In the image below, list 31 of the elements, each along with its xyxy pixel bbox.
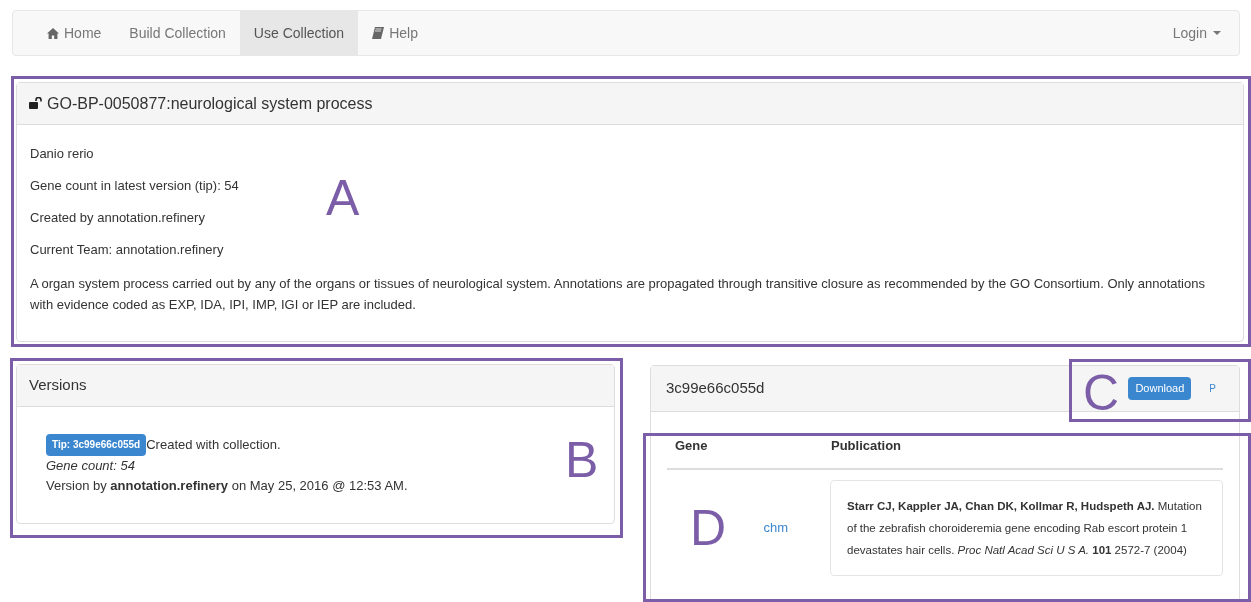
version-badge: Tip: 3c99e66c055d bbox=[46, 434, 147, 456]
home-icon bbox=[47, 27, 59, 39]
nav-link[interactable]: Build Collection bbox=[115, 11, 240, 55]
gene-link[interactable]: chm bbox=[763, 518, 788, 538]
link-text[interactable]: P bbox=[1209, 381, 1216, 396]
info-text: Created by annotation.refinery bbox=[30, 209, 206, 226]
annotation-letter: A bbox=[326, 169, 360, 228]
unlock-icon bbox=[29, 97, 42, 110]
version-by-text: Version by annotation.refinery on May 25, 2016 @ 12:53 AM. bbox=[46, 477, 408, 495]
info-text: Current Team: annotation.refinery bbox=[30, 241, 225, 258]
description-text: A organ system process carried out by any of the organs or tissues of neurological system. Annotations are propagated through transitive closure as recommended by the GO Consortium. Only annotations with evidence coded as EXP, IDA, IPI, IMP, IGI or IEP are included. bbox=[30, 275, 1206, 314]
caret-icon bbox=[1213, 31, 1221, 35]
publication-citation: Starr CJ, Kappler JA, Chan DK, Kollmar R, Hudspeth AJ. Mutation of the zebrafish choroideremia gene encoding Rab escort protein 1 devastates hair cells. Proc Natl Acad Sci U S A. 101 2572-7 (2004) bbox=[847, 499, 1203, 558]
nav-link[interactable]: Home bbox=[33, 11, 116, 55]
nav-link[interactable]: Use Collection bbox=[239, 11, 359, 55]
info-text: Danio rerio bbox=[30, 145, 95, 162]
column-header: Gene bbox=[674, 437, 709, 455]
gene-count-text: Gene count: 54 bbox=[46, 457, 135, 475]
login-menu[interactable]: Login bbox=[1172, 11, 1221, 55]
book-icon bbox=[372, 27, 385, 39]
panel-title: 3c99e66c055d bbox=[666, 378, 765, 399]
annotation-letter: D bbox=[690, 499, 727, 558]
download-button[interactable]: Download bbox=[1128, 377, 1192, 400]
column-header: Publication bbox=[831, 437, 902, 455]
annotation-letter: B bbox=[565, 431, 599, 490]
panel-title: GO-BP-0050877:neurological system process bbox=[47, 93, 373, 114]
version-note: Created with collection. bbox=[146, 436, 281, 454]
annotation-letter: C bbox=[1083, 364, 1120, 423]
panel-title: Versions bbox=[29, 375, 87, 396]
nav-link[interactable]: Help bbox=[358, 11, 432, 55]
info-text: Gene count in latest version (tip): 54 bbox=[30, 177, 240, 194]
